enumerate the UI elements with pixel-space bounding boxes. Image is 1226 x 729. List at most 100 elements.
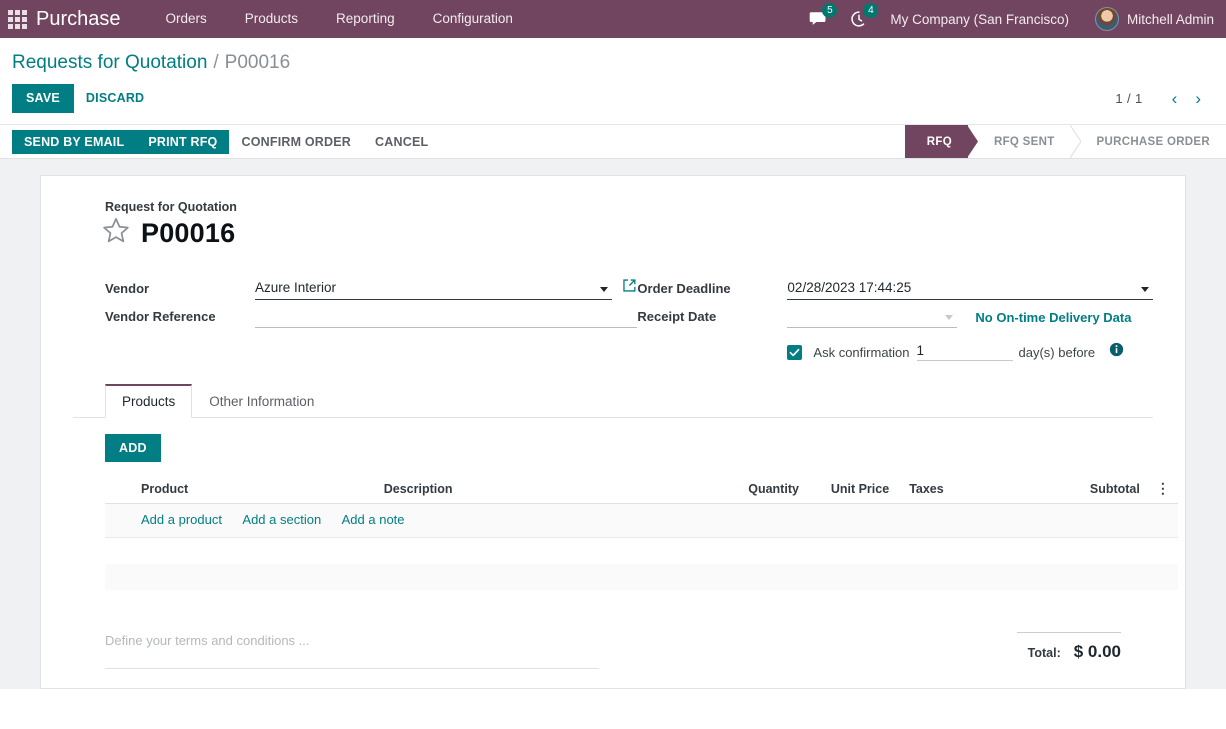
column-header-description[interactable]: Description bbox=[375, 475, 677, 504]
form-sheet: Request for Quotation P00016 Vendor Azur… bbox=[40, 175, 1186, 689]
empty-row-spacer bbox=[105, 537, 1178, 564]
pager-value: 1 / 1 bbox=[1115, 91, 1143, 106]
vendor-field-row: Vendor Azure Interior bbox=[105, 272, 637, 300]
notebook: Products Other Information ADD Product D… bbox=[73, 384, 1178, 590]
control-panel: Requests for Quotation / P00016 SAVE DIS… bbox=[0, 38, 1226, 159]
top-navbar: Purchase Orders Products Reporting Confi… bbox=[0, 0, 1226, 38]
tab-products[interactable]: Products bbox=[105, 384, 193, 418]
table-row bbox=[105, 563, 1178, 590]
add-button[interactable]: ADD bbox=[105, 434, 161, 462]
activity-clock-icon[interactable]: 4 bbox=[850, 0, 879, 38]
add-a-note-link[interactable]: Add a note bbox=[342, 512, 405, 527]
vendor-reference-row: Vendor Reference bbox=[105, 300, 638, 328]
print-rfq-button[interactable]: PRINT RFQ bbox=[136, 129, 230, 154]
record-title-row: P00016 bbox=[101, 216, 1153, 250]
order-deadline-label: Order Deadline bbox=[637, 281, 731, 296]
order-lines-table: Product Description Quantity Unit Price … bbox=[105, 475, 1178, 590]
stage-rfq-sent-label: RFQ SENT bbox=[993, 135, 1055, 148]
stage-purchase-order[interactable]: PURCHASE ORDER bbox=[1070, 125, 1226, 158]
statusbar: SEND BY EMAIL PRINT RFQ CONFIRM ORDER CA… bbox=[0, 124, 1226, 158]
confirm-order-button[interactable]: CONFIRM ORDER bbox=[229, 130, 363, 154]
menu-configuration[interactable]: Configuration bbox=[414, 0, 532, 38]
record-actions-row: SAVE DISCARD 1 / 1 ‹ › bbox=[0, 74, 1226, 124]
add-a-product-link[interactable]: Add a product bbox=[141, 512, 222, 527]
form-column-left: Vendor Azure Interior Vendor Reference bbox=[105, 272, 638, 362]
vertical-dots-icon: ⋮ bbox=[1155, 480, 1170, 496]
receipt-date-input[interactable] bbox=[787, 306, 958, 328]
add-links-cell: Add a product Add a section Add a note bbox=[105, 503, 1178, 538]
order-deadline-row: Order Deadline 02/28/2023 17:44:25 bbox=[637, 272, 1153, 300]
chevron-down-icon[interactable] bbox=[1141, 287, 1149, 292]
save-button[interactable]: SAVE bbox=[12, 84, 74, 113]
external-link-icon[interactable] bbox=[622, 278, 637, 300]
menu-orders[interactable]: Orders bbox=[147, 0, 226, 38]
order-deadline-input[interactable]: 02/28/2023 17:44:25 bbox=[787, 278, 1153, 300]
column-header-quantity[interactable]: Quantity bbox=[676, 475, 807, 504]
terms-and-conditions-input[interactable]: Define your terms and conditions ... bbox=[105, 632, 599, 669]
activity-count: 4 bbox=[863, 3, 879, 18]
terms-placeholder: Define your terms and conditions ... bbox=[105, 632, 310, 648]
ask-confirmation-label: Ask confirmation bbox=[813, 344, 910, 360]
notebook-tabs: Products Other Information bbox=[73, 384, 1153, 418]
chevron-left-icon[interactable]: ‹ bbox=[1163, 90, 1187, 107]
statusbar-buttons: SEND BY EMAIL PRINT RFQ CONFIRM ORDER CA… bbox=[0, 125, 440, 158]
content-area: Request for Quotation P00016 Vendor Azur… bbox=[0, 159, 1226, 689]
stage-purchase-order-label: PURCHASE ORDER bbox=[1096, 135, 1210, 148]
page-title: P00016 bbox=[141, 217, 236, 248]
column-header-taxes[interactable]: Taxes bbox=[897, 475, 1048, 504]
chevron-down-icon[interactable] bbox=[600, 287, 609, 292]
breadcrumb-current: P00016 bbox=[224, 52, 291, 73]
status-pipeline: RFQ RFQ SENT PURCHASE ORDER bbox=[904, 125, 1226, 158]
receipt-date-row: Receipt Date No On-time Delivery Data bbox=[637, 300, 1153, 328]
pager: 1 / 1 ‹ › bbox=[1115, 90, 1210, 107]
total-value: $ 0.00 bbox=[1073, 641, 1121, 661]
info-circle-icon[interactable] bbox=[1109, 342, 1124, 362]
ask-confirmation-row: Ask confirmation 1 day(s) before bbox=[637, 342, 1153, 362]
table-header-row: Product Description Quantity Unit Price … bbox=[105, 475, 1178, 504]
discard-button[interactable]: DISCARD bbox=[74, 84, 158, 113]
form-column-right: Order Deadline 02/28/2023 17:44:25 Recei… bbox=[637, 272, 1153, 362]
add-a-section-link[interactable]: Add a section bbox=[242, 512, 321, 527]
breadcrumb: Requests for Quotation / P00016 bbox=[0, 38, 1226, 74]
vendor-value: Azure Interior bbox=[255, 279, 337, 295]
vendor-label: Vendor bbox=[105, 281, 150, 296]
cancel-button[interactable]: CANCEL bbox=[363, 130, 440, 154]
total-row: Total: $ 0.00 bbox=[1017, 633, 1121, 662]
vendor-reference-label: Vendor Reference bbox=[105, 309, 216, 324]
stage-rfq[interactable]: RFQ bbox=[904, 125, 978, 158]
column-header-product[interactable]: Product bbox=[105, 475, 376, 504]
form-subtitle: Request for Quotation bbox=[105, 200, 237, 214]
add-links-row: Add a product Add a section Add a note bbox=[105, 503, 1178, 538]
menu-reporting[interactable]: Reporting bbox=[317, 0, 414, 38]
chevron-right-icon[interactable]: › bbox=[1186, 90, 1210, 107]
on-time-delivery-note: No On-time Delivery Data bbox=[975, 310, 1132, 325]
chevron-down-icon[interactable] bbox=[945, 315, 954, 320]
days-before-input[interactable]: 1 bbox=[916, 343, 1013, 361]
optional-columns-toggle[interactable]: ⋮ bbox=[1147, 475, 1178, 504]
total-label: Total: bbox=[1027, 645, 1061, 660]
ask-confirmation-checkbox[interactable] bbox=[787, 344, 803, 360]
vendor-input[interactable]: Azure Interior bbox=[255, 278, 613, 300]
form-fields: Vendor Azure Interior Vendor Reference O… bbox=[73, 272, 1153, 362]
avatar bbox=[1094, 7, 1119, 31]
messages-count: 5 bbox=[822, 3, 838, 18]
star-outline-icon[interactable] bbox=[101, 216, 131, 250]
user-menu[interactable]: Mitchell Admin bbox=[1094, 7, 1214, 31]
stage-rfq-sent[interactable]: RFQ SENT bbox=[967, 125, 1081, 158]
tab-other-information[interactable]: Other Information bbox=[192, 384, 331, 418]
empty-row-shaded bbox=[105, 563, 1178, 590]
apps-grid-icon[interactable] bbox=[4, 6, 30, 32]
column-header-unit-price[interactable]: Unit Price bbox=[806, 475, 898, 504]
company-switcher[interactable]: My Company (San Francisco) bbox=[890, 12, 1069, 27]
days-before-suffix: day(s) before bbox=[1018, 344, 1096, 360]
breadcrumb-parent[interactable]: Requests for Quotation bbox=[12, 52, 207, 74]
column-header-subtotal[interactable]: Subtotal bbox=[1047, 475, 1148, 504]
menu-products[interactable]: Products bbox=[226, 0, 317, 38]
receipt-date-label: Receipt Date bbox=[637, 309, 717, 324]
messages-icon[interactable]: 5 bbox=[809, 0, 838, 38]
stage-rfq-label: RFQ bbox=[926, 135, 952, 148]
app-brand-purchase[interactable]: Purchase bbox=[36, 8, 121, 31]
vendor-reference-input[interactable] bbox=[255, 306, 638, 328]
table-row bbox=[105, 537, 1178, 564]
send-by-email-button[interactable]: SEND BY EMAIL bbox=[12, 129, 137, 154]
